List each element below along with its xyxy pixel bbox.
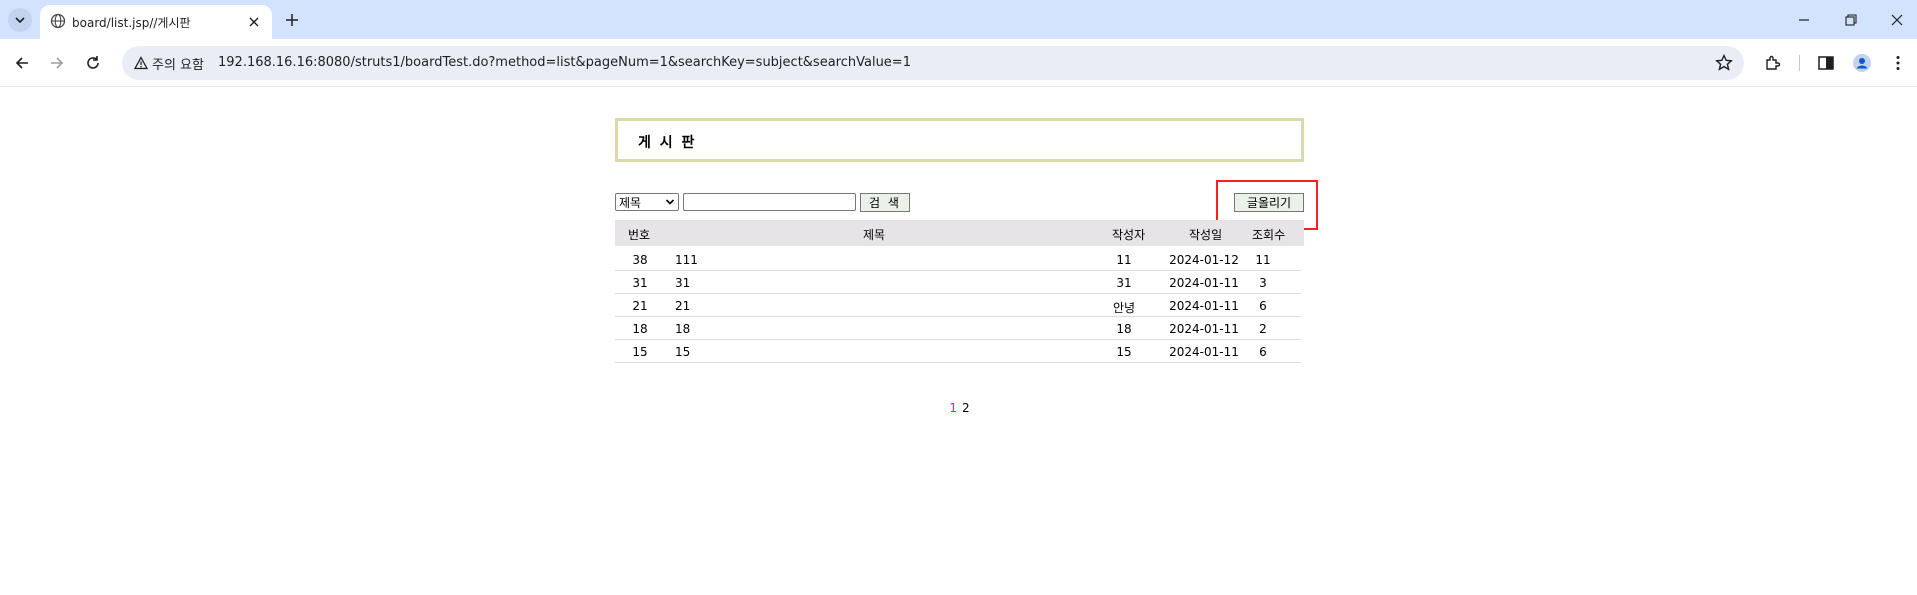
list-row: 31 31 31 2024-01-11 3 <box>615 271 1301 294</box>
row-date: 2024-01-11 <box>1169 345 1239 359</box>
tab-title: board/list.jsp//게시판 <box>72 16 191 30</box>
browser-toolbar: 주의 요함 192.168.16.16:8080/struts1/boardTe… <box>0 39 1917 87</box>
list-row: 15 15 15 2024-01-11 6 <box>615 340 1301 363</box>
chevron-down-icon <box>665 199 675 205</box>
reload-icon[interactable] <box>83 53 103 73</box>
search-button[interactable]: 검 색 <box>860 193 910 212</box>
minimize-icon[interactable] <box>1794 10 1814 30</box>
browser-tab-bar: board/list.jsp//게시판 <box>0 0 1917 39</box>
column-header-num: 번호 <box>628 228 651 242</box>
close-icon[interactable] <box>246 14 262 30</box>
profile-avatar-icon[interactable] <box>1852 53 1872 73</box>
row-hits: 11 <box>1255 253 1271 267</box>
close-window-icon[interactable] <box>1887 10 1907 30</box>
row-hits: 3 <box>1259 276 1267 290</box>
row-date: 2024-01-11 <box>1169 322 1239 336</box>
column-header-hits: 조회수 <box>1252 228 1286 242</box>
forward-arrow-icon[interactable] <box>47 53 67 73</box>
toolbar-divider <box>1799 55 1800 71</box>
page-link-2[interactable]: 2 <box>962 401 970 415</box>
address-bar[interactable]: 주의 요함 192.168.16.16:8080/struts1/boardTe… <box>122 46 1744 80</box>
new-tab-icon[interactable] <box>282 10 302 30</box>
row-num: 18 <box>632 322 648 336</box>
row-subject-link[interactable]: 21 <box>675 299 690 313</box>
row-writer: 안녕 <box>1112 301 1136 315</box>
side-panel-icon[interactable] <box>1816 53 1836 73</box>
row-writer: 31 <box>1116 276 1132 290</box>
globe-icon <box>50 13 66 29</box>
row-subject-link[interactable]: 111 <box>675 253 698 267</box>
page-current: 1 <box>949 401 957 415</box>
row-num: 21 <box>632 299 648 313</box>
page-content: 게 시 판 제목 검 색 글올리기 번호 제목 작성자 작성일 조회수 38 1… <box>0 88 1917 595</box>
row-date: 2024-01-11 <box>1169 276 1239 290</box>
column-header-subject: 제목 <box>863 228 886 242</box>
pagination: 12 <box>615 401 1304 415</box>
board-title: 게 시 판 <box>638 135 697 151</box>
row-num: 31 <box>632 276 648 290</box>
row-writer: 11 <box>1116 253 1132 267</box>
list-row: 21 21 안녕 2024-01-11 6 <box>615 294 1301 317</box>
back-arrow-icon[interactable] <box>12 53 32 73</box>
row-hits: 6 <box>1259 299 1267 313</box>
warning-icon <box>134 56 148 70</box>
list-row: 38 111 11 2024-01-12 11 <box>615 248 1301 271</box>
url-text[interactable]: 192.168.16.16:8080/struts1/boardTest.do?… <box>218 55 911 70</box>
bookmark-star-icon[interactable] <box>1714 53 1734 73</box>
row-num: 15 <box>632 345 648 359</box>
row-date: 2024-01-11 <box>1169 299 1239 313</box>
search-input[interactable] <box>683 193 856 211</box>
row-writer: 18 <box>1116 322 1132 336</box>
board-title-box: 게 시 판 <box>615 118 1304 162</box>
tab-search-button[interactable] <box>8 8 32 32</box>
row-date: 2024-01-12 <box>1169 253 1239 267</box>
list-row: 18 18 18 2024-01-11 2 <box>615 317 1301 340</box>
restore-icon[interactable] <box>1841 10 1861 30</box>
row-hits: 2 <box>1259 322 1267 336</box>
row-num: 38 <box>632 253 648 267</box>
search-key-selected: 제목 <box>619 195 642 210</box>
chevron-down-icon <box>15 17 25 24</box>
search-key-select[interactable]: 제목 <box>615 193 679 211</box>
row-subject-link[interactable]: 18 <box>675 322 690 336</box>
column-header-date: 작성일 <box>1189 228 1223 242</box>
extensions-icon[interactable] <box>1763 53 1783 73</box>
row-subject-link[interactable]: 31 <box>675 276 690 290</box>
row-writer: 15 <box>1116 345 1132 359</box>
menu-kebab-icon[interactable] <box>1888 53 1908 73</box>
row-hits: 6 <box>1259 345 1267 359</box>
security-label: 주의 요함 <box>152 57 204 73</box>
column-header-writer: 작성자 <box>1112 228 1146 242</box>
list-header: 번호 제목 작성자 작성일 조회수 <box>615 220 1304 246</box>
row-subject-link[interactable]: 15 <box>675 345 690 359</box>
browser-tab-active[interactable]: board/list.jsp//게시판 <box>40 5 272 39</box>
security-chip[interactable]: 주의 요함 <box>128 50 212 76</box>
